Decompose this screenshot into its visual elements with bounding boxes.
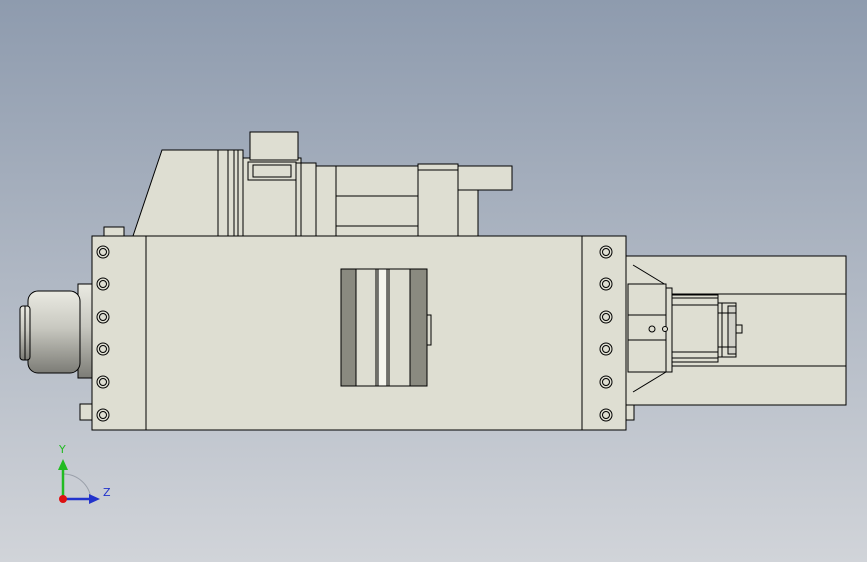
viewport-canvas[interactable] — [0, 0, 867, 562]
right-bolt-head — [599, 245, 613, 259]
left-bolt-head — [96, 310, 110, 324]
left-bolt-head — [96, 408, 110, 422]
left-bolt-head — [96, 277, 110, 291]
triad-y-label: Y — [59, 443, 66, 456]
right-bolt-head — [599, 342, 613, 356]
triad-z-label: Z — [103, 486, 111, 499]
left-bolt-head — [96, 342, 110, 356]
cad-viewport[interactable]: Y Z — [0, 0, 867, 562]
center-slider[interactable] — [340, 268, 432, 387]
right-bolt-head — [599, 375, 613, 389]
right-bolt-head — [599, 408, 613, 422]
right-bolt-head — [599, 310, 613, 324]
right-bolt-head — [599, 277, 613, 291]
left-bolt-head — [96, 245, 110, 259]
x-axis-dot — [59, 495, 67, 503]
left-bolt-head — [96, 375, 110, 389]
right-extension[interactable] — [625, 255, 847, 406]
motor-assembly[interactable] — [19, 283, 95, 379]
